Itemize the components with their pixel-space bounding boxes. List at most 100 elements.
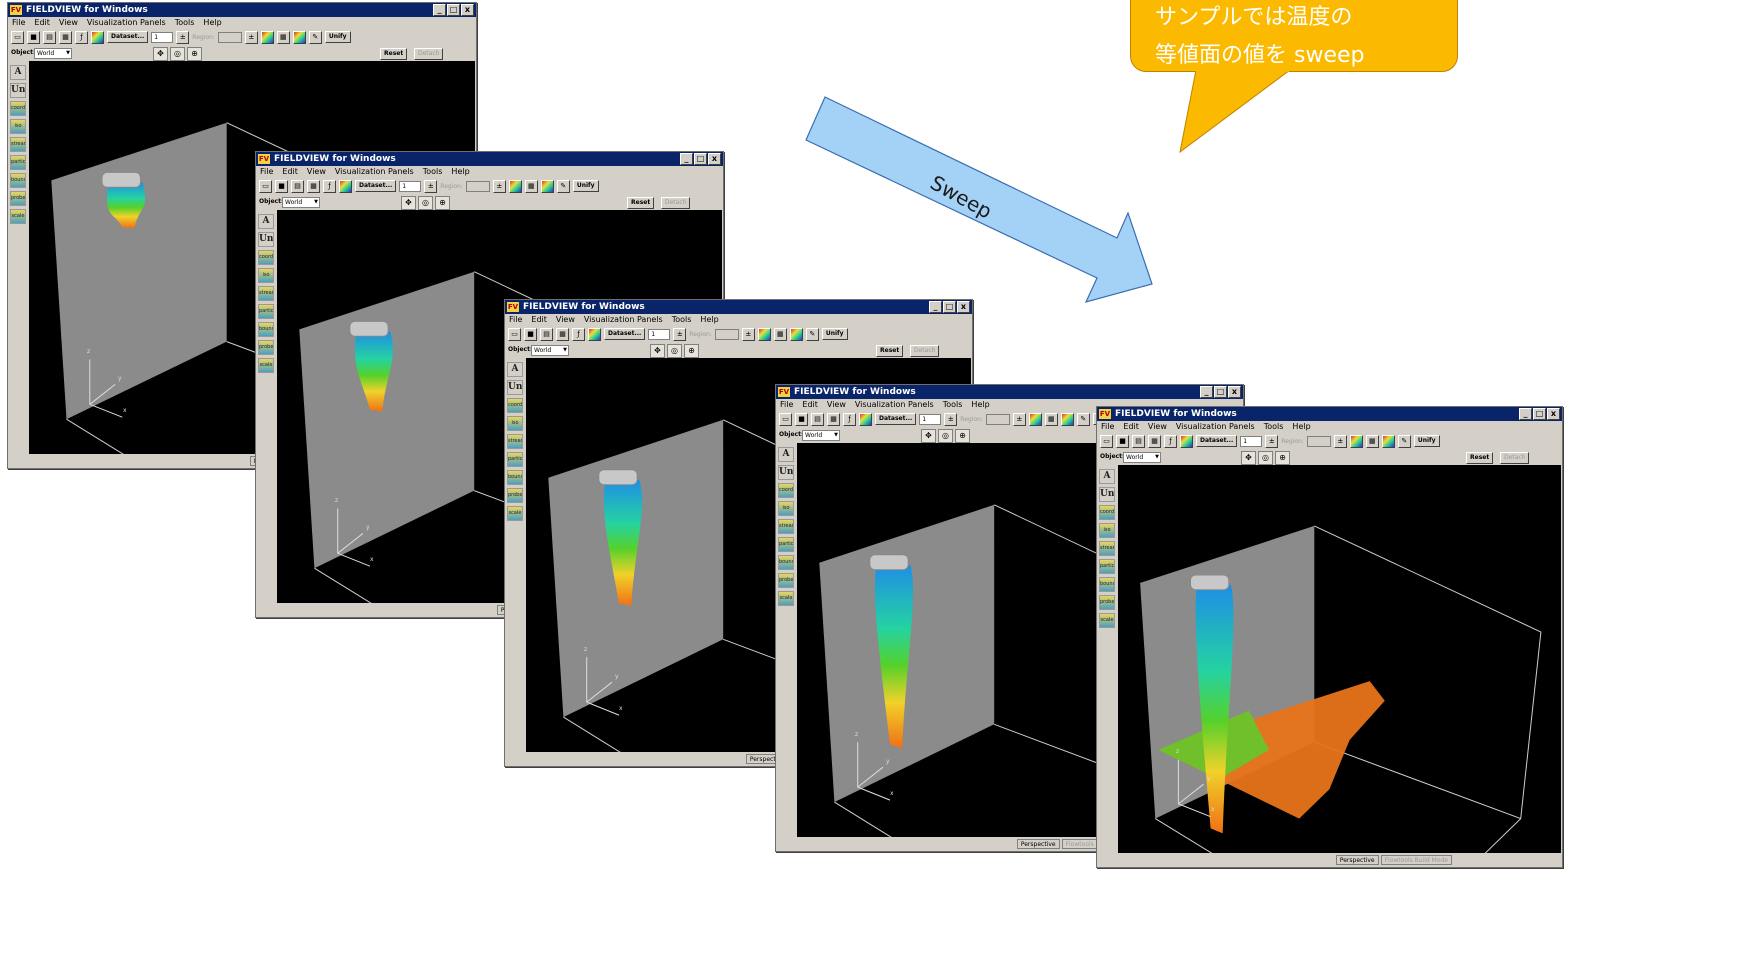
view-icon[interactable] [789, 327, 803, 341]
menu-view[interactable]: View [827, 399, 846, 411]
minimize-button[interactable]: _ [680, 153, 693, 165]
rotate-icon[interactable]: ◎ [170, 47, 185, 61]
table-icon[interactable]: ▦ [1365, 434, 1379, 448]
dataset-input[interactable]: 1 [399, 180, 422, 192]
title-bar[interactable]: FV FIELDVIEW for Windows _ □ x [1097, 407, 1562, 421]
sidebar-tool-0[interactable]: A [778, 447, 794, 462]
function-icon[interactable]: ƒ [1164, 434, 1177, 448]
dataset-stepper[interactable]: ± [176, 30, 190, 44]
close-button[interactable]: x [957, 301, 970, 313]
close-button[interactable]: x [708, 153, 721, 165]
sidebar-tool-7[interactable]: probe [778, 573, 794, 588]
colormap-icon[interactable] [339, 179, 352, 193]
function-icon[interactable]: ƒ [572, 327, 585, 341]
title-bar[interactable]: FV FIELDVIEW for Windows _ □ x [776, 385, 1243, 399]
dataset-stepper[interactable]: ± [944, 412, 958, 426]
function-icon[interactable]: ƒ [843, 412, 856, 426]
sidebar-tool-8[interactable]: scale [1099, 613, 1115, 628]
region-input[interactable] [465, 180, 490, 192]
table-icon[interactable]: ▦ [276, 30, 290, 44]
menu-help[interactable]: Help [203, 17, 221, 29]
save-icon[interactable]: ■ [275, 179, 288, 193]
object-select[interactable]: World [282, 197, 320, 208]
dataset-input[interactable]: 1 [919, 413, 942, 425]
detach-button[interactable]: Detach [661, 197, 691, 209]
sidebar-tool-6[interactable]: boundary [10, 173, 26, 188]
region-input[interactable] [217, 31, 242, 43]
object-select[interactable]: World [1123, 452, 1161, 463]
title-bar[interactable]: FV FIELDVIEW for Windows _ □ x [8, 3, 476, 17]
zoom-icon[interactable]: ⊕ [955, 429, 970, 443]
open-icon[interactable]: ▭ [779, 412, 792, 426]
rotate-icon[interactable]: ◎ [418, 196, 433, 210]
sidebar-tool-2[interactable]: coord [778, 483, 794, 498]
zoom-icon[interactable]: ⊕ [187, 47, 202, 61]
sidebar-tool-6[interactable]: boundary [507, 470, 523, 485]
probe-icon[interactable]: ✎ [308, 30, 322, 44]
pan-icon[interactable]: ✥ [650, 344, 665, 358]
region-input[interactable] [1306, 435, 1331, 447]
pan-icon[interactable]: ✥ [153, 47, 168, 61]
menu-visualization-panels[interactable]: Visualization Panels [584, 314, 663, 326]
minimize-button[interactable]: _ [929, 301, 942, 313]
sidebar-tool-2[interactable]: coord [1099, 505, 1115, 520]
menu-tools[interactable]: Tools [1264, 421, 1284, 433]
colormap-icon[interactable] [588, 327, 601, 341]
region-stepper[interactable]: ± [1012, 412, 1026, 426]
reset-button[interactable]: Reset [627, 197, 655, 209]
pan-icon[interactable]: ✥ [1241, 451, 1256, 465]
open-icon[interactable]: ▭ [259, 179, 272, 193]
zoom-icon[interactable]: ⊕ [684, 344, 699, 358]
sidebar-tool-1[interactable]: Undo [1099, 487, 1115, 502]
table-icon[interactable]: ▦ [773, 327, 787, 341]
print-icon[interactable]: ▤ [1132, 434, 1145, 448]
reset-button[interactable]: Reset [876, 345, 904, 357]
object-select[interactable]: World [34, 48, 72, 59]
sidebar-tool-1[interactable]: Undo [778, 465, 794, 480]
pan-icon[interactable]: ✥ [921, 429, 936, 443]
unify-button[interactable]: Unify [324, 31, 351, 43]
3d-viewport[interactable]: z y x [1118, 465, 1561, 853]
sidebar-tool-7[interactable]: probe [258, 340, 274, 355]
menu-tools[interactable]: Tools [943, 399, 963, 411]
sidebar-tool-5[interactable]: particle [778, 537, 794, 552]
sidebar-tool-6[interactable]: boundary [1099, 577, 1115, 592]
view-icon[interactable] [540, 179, 554, 193]
probe-icon[interactable]: ✎ [805, 327, 819, 341]
sidebar-tool-8[interactable]: scale [258, 358, 274, 373]
menu-view[interactable]: View [59, 17, 78, 29]
sidebar-tool-5[interactable]: particle [507, 452, 523, 467]
sidebar-tool-0[interactable]: A [10, 65, 26, 80]
print-icon[interactable]: ▤ [540, 327, 553, 341]
print-icon[interactable]: ▤ [43, 30, 56, 44]
view-icon[interactable] [1381, 434, 1395, 448]
grid-icon[interactable]: ▦ [307, 179, 320, 193]
maximize-button[interactable]: □ [943, 301, 956, 313]
reset-button[interactable]: Reset [380, 48, 408, 60]
maximize-button[interactable]: □ [447, 4, 460, 16]
unify-button[interactable]: Unify [821, 328, 848, 340]
palette-icon[interactable] [508, 179, 522, 193]
menu-file[interactable]: File [260, 166, 273, 178]
dataset-stepper[interactable]: ± [1265, 434, 1279, 448]
menu-view[interactable]: View [556, 314, 575, 326]
unify-button[interactable]: Unify [1413, 435, 1440, 447]
dataset-stepper[interactable]: ± [673, 327, 687, 341]
menu-help[interactable]: Help [451, 166, 469, 178]
menu-file[interactable]: File [780, 399, 793, 411]
sidebar-tool-5[interactable]: particle [10, 155, 26, 170]
region-input[interactable] [714, 328, 739, 340]
minimize-button[interactable]: _ [1519, 408, 1532, 420]
region-stepper[interactable]: ± [244, 30, 258, 44]
rotate-icon[interactable]: ◎ [1258, 451, 1273, 465]
grid-icon[interactable]: ▦ [1148, 434, 1161, 448]
menu-file[interactable]: File [1101, 421, 1114, 433]
table-icon[interactable]: ▦ [524, 179, 538, 193]
view-icon[interactable] [1060, 412, 1074, 426]
close-button[interactable]: x [1547, 408, 1560, 420]
dataset-button[interactable]: Dataset... [355, 180, 397, 192]
sidebar-tool-8[interactable]: scale [778, 591, 794, 606]
probe-icon[interactable]: ✎ [556, 179, 570, 193]
palette-icon[interactable] [1028, 412, 1042, 426]
close-button[interactable]: x [461, 4, 474, 16]
